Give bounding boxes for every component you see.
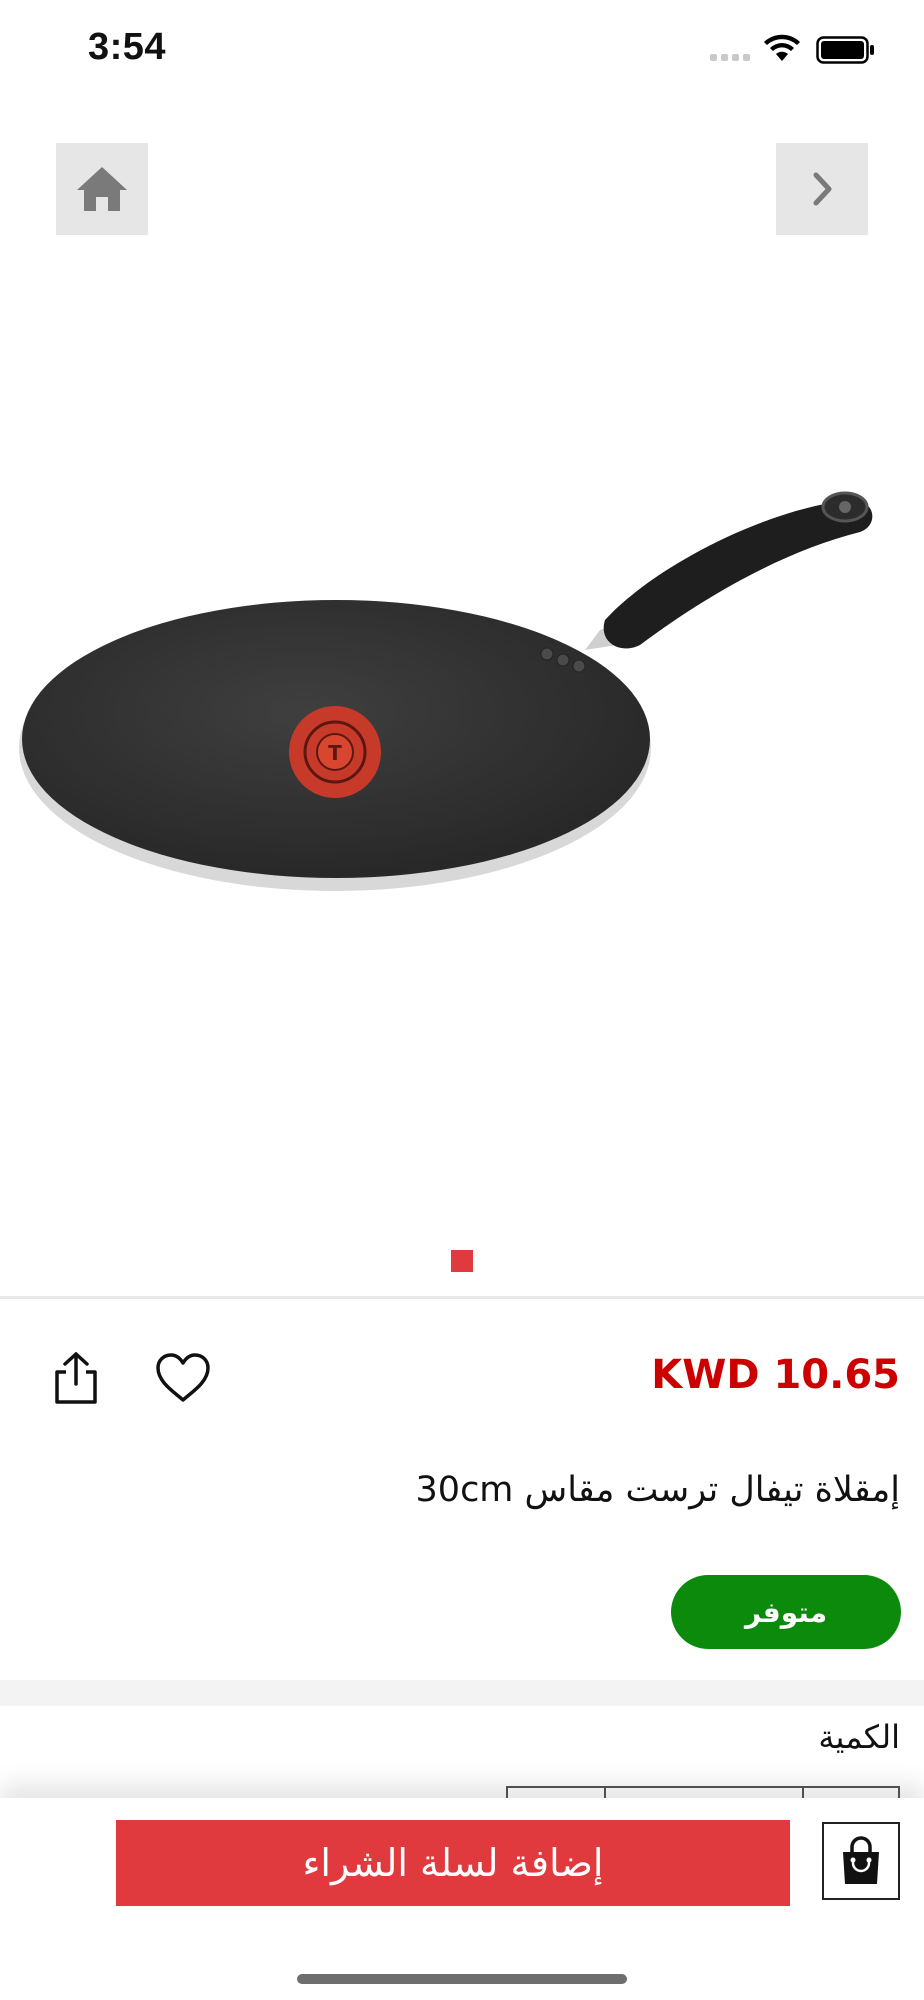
add-to-cart-button[interactable]: إضافة لسلة الشراء	[116, 1820, 790, 1906]
home-button[interactable]	[56, 143, 148, 235]
quantity-label: الكمية	[818, 1718, 900, 1756]
product-price: KWD 10.65	[651, 1352, 900, 1398]
share-icon[interactable]	[50, 1350, 102, 1406]
home-indicator	[297, 1974, 627, 1984]
product-image[interactable]: T	[0, 470, 924, 900]
stock-status-badge: متوفر	[671, 1575, 901, 1649]
status-time: 3:54	[88, 26, 167, 68]
wifi-icon	[764, 34, 800, 61]
home-icon	[77, 167, 127, 211]
heart-icon[interactable]	[154, 1352, 212, 1404]
next-button[interactable]	[776, 143, 868, 235]
cellular-signal-icon	[710, 54, 750, 61]
gallery-page-indicator	[451, 1250, 473, 1272]
shopping-bag-icon	[843, 1836, 879, 1884]
product-title: إمقلاة تيفال ترست مقاس 30cm	[415, 1470, 900, 1510]
cart-button[interactable]	[822, 1822, 900, 1900]
svg-text:T: T	[328, 741, 342, 765]
battery-icon	[816, 36, 874, 64]
chevron-right-icon	[813, 172, 832, 206]
status-bar: 3:54	[0, 0, 924, 100]
section-divider	[0, 1680, 924, 1706]
divider	[0, 1296, 924, 1299]
